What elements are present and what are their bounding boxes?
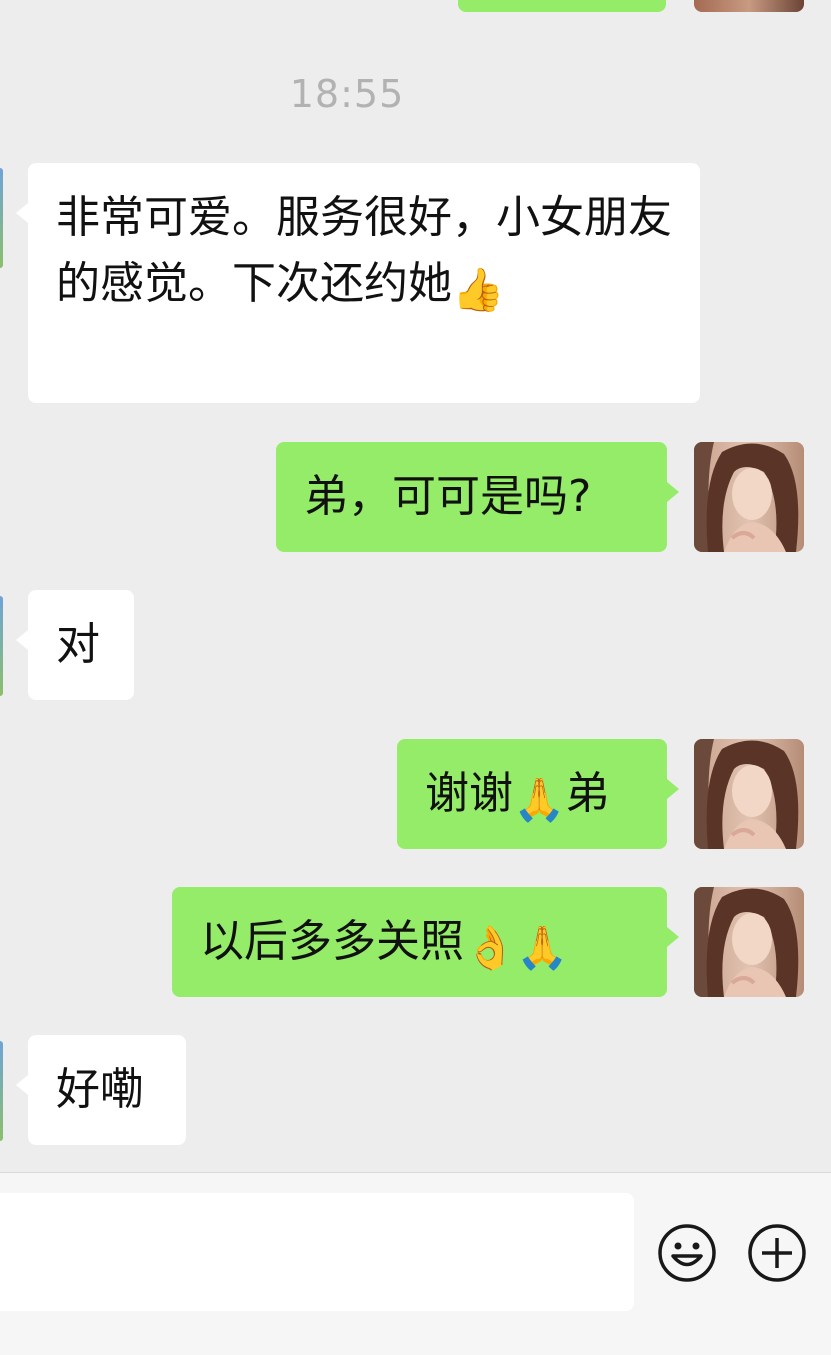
message-text: 对 <box>56 619 100 670</box>
outgoing-message-bubble-partial[interactable] <box>458 0 666 12</box>
message-text: 谢谢 <box>425 768 513 819</box>
self-avatar[interactable] <box>694 442 804 552</box>
message-timestamp: 18:55 <box>289 72 405 116</box>
input-bar <box>0 1172 831 1355</box>
incoming-message-bubble[interactable]: 好嘞 <box>16 1035 186 1145</box>
message-text: 非常可爱。服务很好，小女朋友的感觉。下次还约她 <box>56 192 672 309</box>
more-button[interactable] <box>747 1223 807 1283</box>
outgoing-message-bubble[interactable]: 谢谢🙏弟 <box>397 739 679 849</box>
emoji-button[interactable] <box>657 1223 717 1283</box>
smiley-face-icon <box>658 1224 716 1282</box>
avatar-photo <box>694 739 804 849</box>
chat-history[interactable]: 18:55 非常可爱。服务很好，小女朋友的感觉。下次还约她👍 弟，可可是吗? 对… <box>0 0 831 1172</box>
peer-avatar-edge[interactable] <box>0 1041 3 1141</box>
message-text: 以后多多关照 <box>200 916 464 967</box>
peer-avatar-edge[interactable] <box>0 596 3 696</box>
message-input[interactable] <box>0 1193 634 1311</box>
self-avatar[interactable] <box>694 739 804 849</box>
folded-hands-emoji: 🙏 <box>513 775 566 824</box>
incoming-message-bubble[interactable]: 非常可爱。服务很好，小女朋友的感觉。下次还约她👍 <box>16 163 700 403</box>
ok-hand-folded-hands-emoji: 👌🙏 <box>464 923 569 972</box>
thumbs-up-emoji: 👍 <box>452 265 505 314</box>
avatar-photo <box>694 442 804 552</box>
outgoing-message-bubble[interactable]: 弟，可可是吗? <box>276 442 679 552</box>
self-avatar-partial[interactable] <box>694 0 804 12</box>
plus-circle-icon <box>748 1224 806 1282</box>
outgoing-message-bubble[interactable]: 以后多多关照👌🙏 <box>172 887 679 997</box>
self-avatar[interactable] <box>694 887 804 997</box>
avatar-photo <box>694 887 804 997</box>
message-text: 好嘞 <box>56 1064 144 1115</box>
message-text: 弟，可可是吗? <box>304 471 592 522</box>
peer-avatar-edge[interactable] <box>0 168 3 268</box>
message-text-after: 弟 <box>565 768 610 819</box>
incoming-message-bubble[interactable]: 对 <box>16 590 134 700</box>
